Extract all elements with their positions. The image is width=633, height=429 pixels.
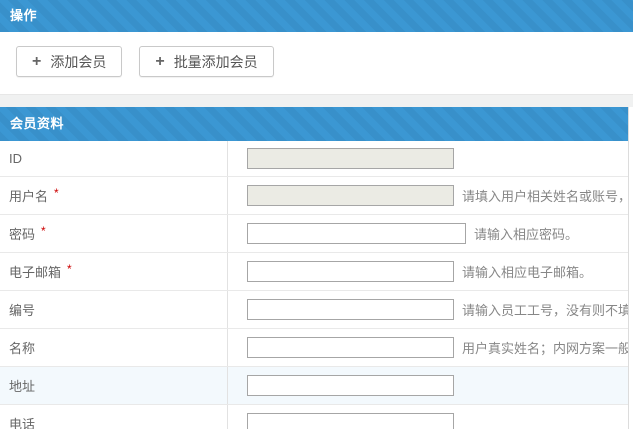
field-label: ID: [9, 151, 22, 166]
member-form-panel: 会员资料 ID 用户名 * 请填入用户相关姓名或账号，企 密码 * 请输入相应密…: [0, 107, 629, 429]
field-label: 密码: [9, 224, 35, 243]
email-input[interactable]: [247, 261, 454, 282]
field-label: 地址: [9, 376, 35, 395]
field-hint: 请填入用户相关姓名或账号，企: [462, 186, 628, 205]
field-label: 电话: [9, 414, 35, 429]
actions-panel-header: 操作: [0, 0, 633, 32]
required-marker: *: [41, 224, 46, 238]
actions-panel: 操作 + 添加会员 + 批量添加会员: [0, 0, 633, 94]
field-input-cell: 请输入相应电子邮箱。: [228, 253, 628, 290]
username-row: 用户名 * 请填入用户相关姓名或账号，企: [0, 177, 628, 215]
field-label: 编号: [9, 300, 35, 319]
id-row: ID: [0, 141, 628, 177]
actions-panel-title: 操作: [10, 8, 37, 23]
field-label-cell: 密码 *: [0, 215, 228, 252]
field-input-cell: [228, 405, 628, 429]
required-marker: *: [67, 262, 72, 276]
button-label: 批量添加会员: [174, 52, 258, 72]
field-hint: 请输入员工工号，没有则不填: [462, 300, 628, 319]
field-input-cell: 用户真实姓名；内网方案一般不: [228, 329, 628, 366]
member-form-table: ID 用户名 * 请填入用户相关姓名或账号，企 密码 * 请输入相应密码。 电子…: [0, 141, 628, 429]
number-row: 编号 请输入员工工号，没有则不填: [0, 291, 628, 329]
button-label: 添加会员: [50, 52, 106, 72]
field-label-cell: 名称: [0, 329, 228, 366]
field-input-cell: [228, 141, 628, 176]
phone-input[interactable]: [247, 413, 454, 429]
field-label-cell: 编号: [0, 291, 228, 328]
field-label: 用户名: [9, 186, 48, 205]
field-label-cell: ID: [0, 141, 228, 176]
add-member-button[interactable]: + 添加会员: [16, 46, 122, 77]
field-hint: 用户真实姓名；内网方案一般不: [462, 338, 628, 357]
name-row: 名称 用户真实姓名；内网方案一般不: [0, 329, 628, 367]
field-input-cell: 请填入用户相关姓名或账号，企: [228, 177, 628, 214]
password-input[interactable]: [247, 223, 466, 244]
password-row: 密码 * 请输入相应密码。: [0, 215, 628, 253]
actions-toolbar: + 添加会员 + 批量添加会员: [0, 32, 633, 94]
field-hint: 请输入相应电子邮箱。: [462, 262, 592, 281]
field-label-cell: 电话: [0, 405, 228, 429]
field-input-cell: 请输入员工工号，没有则不填: [228, 291, 628, 328]
phone-row: 电话: [0, 405, 628, 429]
username-input[interactable]: [247, 185, 454, 206]
field-input-cell: [228, 367, 628, 404]
field-hint: 请输入相应密码。: [474, 224, 578, 243]
number-input[interactable]: [247, 299, 454, 320]
member-form-panel-header: 会员资料: [0, 107, 628, 141]
address-row: 地址: [0, 367, 628, 405]
id-input[interactable]: [247, 148, 454, 169]
field-label-cell: 地址: [0, 367, 228, 404]
required-marker: *: [54, 186, 59, 200]
plus-icon: +: [155, 54, 164, 70]
email-row: 电子邮箱 * 请输入相应电子邮箱。: [0, 253, 628, 291]
field-label-cell: 电子邮箱 *: [0, 253, 228, 290]
page: 操作 + 添加会员 + 批量添加会员 会员资料 ID 用户名 *: [0, 0, 633, 429]
address-input[interactable]: [247, 375, 454, 396]
name-input[interactable]: [247, 337, 454, 358]
plus-icon: +: [32, 54, 41, 70]
field-input-cell: 请输入相应密码。: [228, 215, 628, 252]
section-divider: [0, 94, 633, 107]
field-label: 名称: [9, 338, 35, 357]
field-label-cell: 用户名 *: [0, 177, 228, 214]
field-label: 电子邮箱: [9, 262, 61, 281]
batch-add-member-button[interactable]: + 批量添加会员: [139, 46, 273, 77]
member-form-panel-title: 会员资料: [10, 116, 64, 131]
